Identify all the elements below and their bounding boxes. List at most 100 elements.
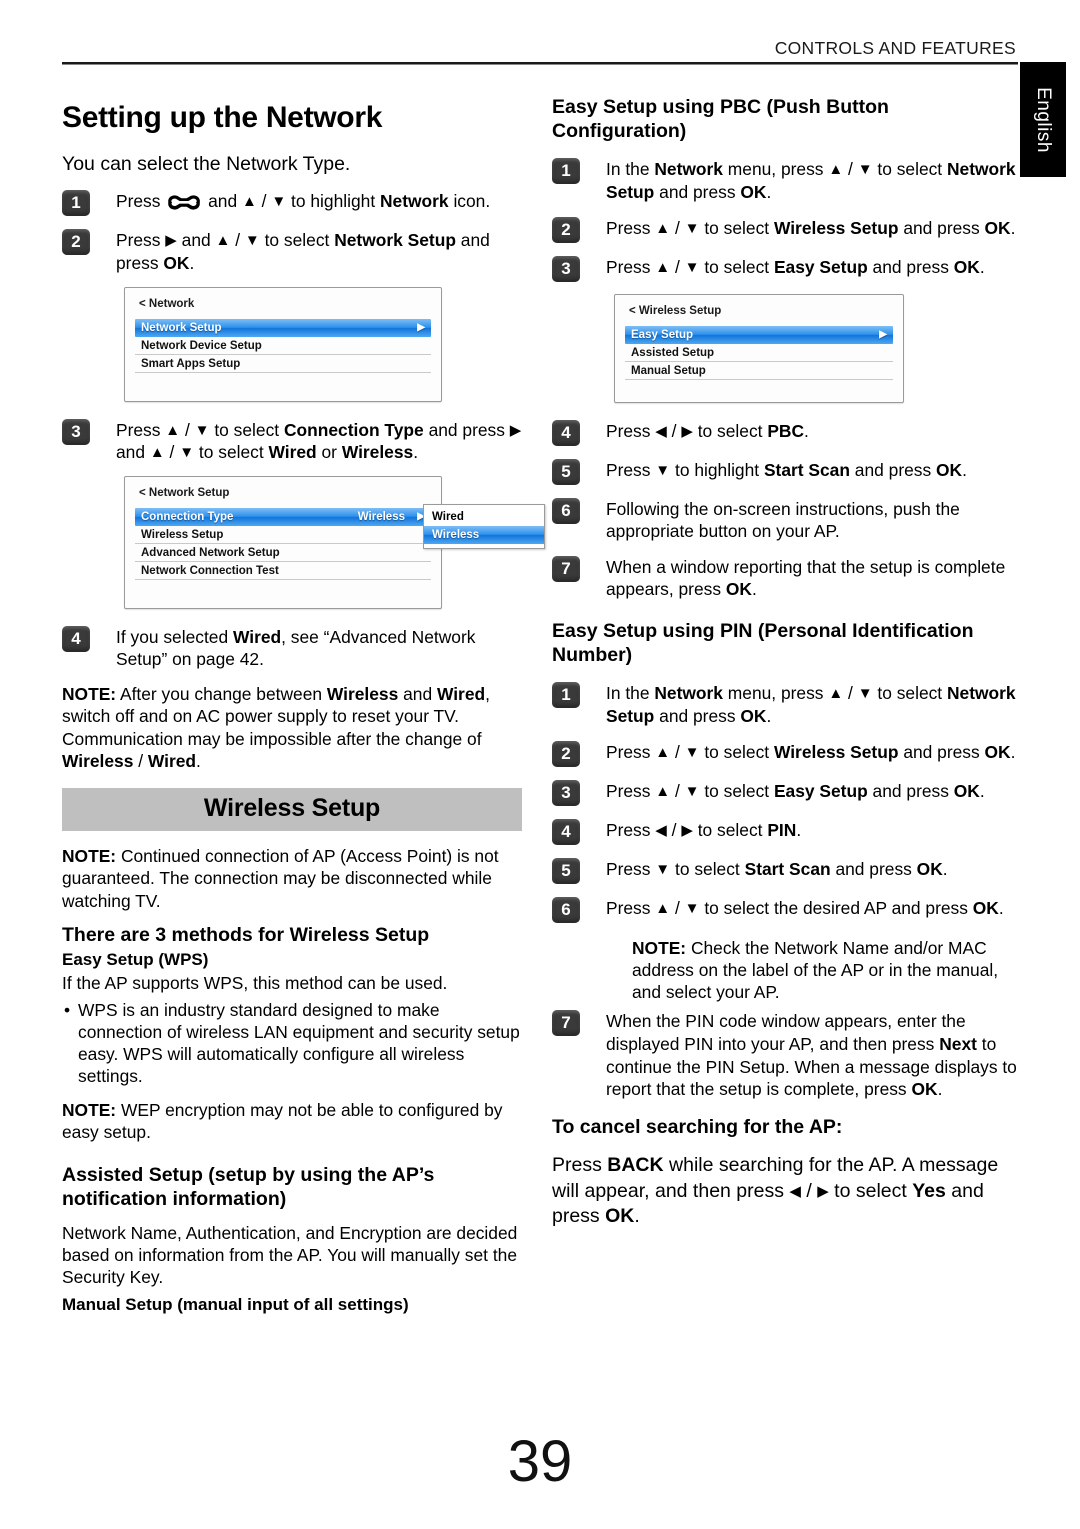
step-item: 6 Press ▲ / ▼ to select the desired AP a… bbox=[552, 896, 1020, 923]
arrow-glyph: ▼ bbox=[655, 461, 671, 479]
wrench-icon bbox=[168, 195, 201, 210]
arrow-glyph: ▼ bbox=[684, 258, 700, 276]
osd-item-label: Network Setup bbox=[141, 321, 222, 334]
note-ap: NOTE: Continued connection of AP (Access… bbox=[62, 845, 522, 912]
dropdown-option-wireless[interactable]: Wireless bbox=[424, 525, 544, 544]
arrow-glyph: ◀ bbox=[655, 422, 667, 440]
step-text: In the Network menu, press ▲ / ▼ to sele… bbox=[606, 683, 1016, 727]
note-label: NOTE: bbox=[62, 1099, 117, 1120]
step-text: Press ▲ / ▼ to select Easy Setup and pre… bbox=[606, 256, 985, 277]
dropdown-option-wired[interactable]: Wired bbox=[424, 508, 544, 526]
osd-menu-item-network-connection-test[interactable]: Network Connection Test bbox=[135, 562, 431, 580]
arrow-glyph: ◀ bbox=[655, 821, 667, 839]
note-mac-address: NOTE: Check the Network Name and/or MAC … bbox=[632, 937, 1020, 1004]
step-item: 4 If you selected Wired, see “Advanced N… bbox=[62, 625, 522, 671]
step-item: 5 Press ▼ to select Start Scan and press… bbox=[552, 857, 1020, 884]
method-assisted-setup-body: Network Name, Authentication, and Encryp… bbox=[62, 1222, 518, 1288]
step-text: Press ▲ / ▼ to select Connection Type an… bbox=[116, 419, 522, 463]
arrow-glyph: ▼ bbox=[684, 899, 700, 917]
osd-item-value: Wireless bbox=[357, 510, 405, 523]
osd-menu-item-advanced-network-setup[interactable]: Advanced Network Setup bbox=[135, 544, 431, 562]
osd-item-label: Assisted Setup bbox=[631, 346, 715, 359]
osd-menu-item-network-device-setup[interactable]: Network Device Setup bbox=[135, 337, 431, 355]
note-text: Continued connection of AP (Access Point… bbox=[62, 846, 499, 911]
arrow-glyph: ▶ bbox=[509, 421, 522, 439]
step-number-badge: 3 bbox=[552, 255, 580, 282]
step-number-badge: 1 bbox=[552, 158, 580, 185]
step-text: Press ◀ / ▶ to select PBC. bbox=[606, 420, 809, 441]
arrow-glyph: ▶ bbox=[817, 1182, 829, 1200]
arrow-glyph: ▲ bbox=[165, 421, 181, 439]
step-text: When a window reporting that the setup i… bbox=[606, 556, 1006, 600]
osd-breadcrumb: < Wireless Setup bbox=[629, 304, 722, 317]
chevron-right-icon: ▶ bbox=[417, 321, 425, 333]
arrow-glyph: ▲ bbox=[655, 258, 671, 276]
arrow-glyph: ▼ bbox=[194, 421, 210, 439]
osd-menu-item-connection-type[interactable]: Connection Type Wireless ▶ bbox=[135, 507, 431, 526]
arrow-glyph: ▼ bbox=[857, 161, 873, 179]
osd-connection-type-dropdown[interactable]: Wired Wireless bbox=[423, 503, 545, 549]
note-wireless-wired: NOTE: After you change between Wireless … bbox=[62, 683, 522, 772]
step-item: 3 Press ▲ / ▼ to select Connection Type … bbox=[62, 418, 522, 464]
osd-item-label: Network Connection Test bbox=[141, 564, 279, 577]
cancel-search-heading: To cancel searching for the AP: bbox=[552, 1115, 843, 1138]
osd-menu-item-network-setup[interactable]: Network Setup ▶ bbox=[135, 318, 431, 337]
arrow-glyph: ▼ bbox=[271, 193, 287, 211]
step-number-badge: 5 bbox=[552, 458, 580, 485]
arrow-glyph: ▲ bbox=[215, 232, 231, 250]
note-label: NOTE: bbox=[62, 846, 117, 867]
osd-item-label: Smart Apps Setup bbox=[141, 357, 241, 370]
step-number-badge: 2 bbox=[552, 216, 580, 243]
step-number-badge: 1 bbox=[62, 190, 90, 217]
right-column: Easy Setup using PBC (Push Button Config… bbox=[552, 95, 1020, 1241]
step-text: Press ▶ and ▲ / ▼ to select Network Setu… bbox=[116, 230, 490, 273]
arrow-glyph: ▲ bbox=[655, 219, 671, 237]
step-number-badge: 6 bbox=[552, 896, 580, 923]
step-item: 1 In the Network menu, press ▲ / ▼ to se… bbox=[552, 157, 1020, 203]
osd-menu-item-manual-setup[interactable]: Manual Setup bbox=[625, 362, 893, 380]
note-text: After you change between Wireless and Wi… bbox=[62, 684, 490, 771]
step-number-badge: 7 bbox=[552, 555, 580, 582]
pbc-heading: Easy Setup using PBC (Push Button Config… bbox=[552, 96, 889, 143]
arrow-glyph: ▲ bbox=[655, 899, 671, 917]
page-title: Setting up the Network bbox=[62, 101, 383, 134]
note-text: WEP encryption may not be able to config… bbox=[62, 1099, 503, 1142]
header-divider bbox=[62, 62, 1018, 65]
arrow-glyph: ▼ bbox=[655, 860, 671, 878]
step-number-badge: 3 bbox=[552, 779, 580, 806]
dropdown-option-label: Wired bbox=[432, 510, 464, 523]
osd-wireless-setup-menu: < Wireless Setup Easy Setup ▶ Assisted S… bbox=[614, 293, 904, 403]
arrow-glyph: ▲ bbox=[828, 685, 844, 703]
wps-bullet: WPS is an industry standard designed to … bbox=[62, 999, 522, 1088]
step-text: Press ▼ to highlight Start Scan and pres… bbox=[606, 459, 967, 480]
step-text: Press ▲ / ▼ to select Wireless Setup and… bbox=[606, 217, 1016, 238]
osd-item-label: Wireless Setup bbox=[141, 528, 224, 541]
step-item: 2 Press ▶ and ▲ / ▼ to select Network Se… bbox=[62, 228, 522, 274]
dropdown-option-label: Wireless bbox=[432, 528, 480, 541]
arrow-glyph: ▶ bbox=[165, 232, 177, 250]
method-easy-setup-body: If the AP supports WPS, this method can … bbox=[62, 973, 448, 994]
step-number-badge: 1 bbox=[552, 682, 580, 709]
page-number: 39 bbox=[507, 1429, 573, 1494]
osd-spacer bbox=[135, 580, 431, 594]
note-text: Check the Network Name and/or MAC addres… bbox=[632, 937, 999, 1003]
step-number-badge: 4 bbox=[552, 818, 580, 845]
step-item: 2 Press ▲ / ▼ to select Wireless Setup a… bbox=[552, 216, 1020, 243]
step-text: Press ▲ / ▼ to select Wireless Setup and… bbox=[606, 741, 1016, 762]
method-manual-setup-heading: Manual Setup (manual input of all settin… bbox=[62, 1295, 409, 1315]
step-item: 4 Press ◀ / ▶ to select PBC. bbox=[552, 419, 1020, 446]
osd-menu-item-assisted-setup[interactable]: Assisted Setup bbox=[625, 344, 893, 362]
manual-page: CONTROLS AND FEATURES English Setting up… bbox=[0, 0, 1080, 1529]
osd-menu-item-wireless-setup[interactable]: Wireless Setup bbox=[135, 526, 431, 544]
step-item: 2 Press ▲ / ▼ to select Wireless Setup a… bbox=[552, 740, 1020, 767]
step-item: 4 Press ◀ / ▶ to select PIN. bbox=[552, 818, 1020, 845]
step-text: Press ▲ / ▼ to select Easy Setup and pre… bbox=[606, 780, 985, 801]
arrow-glyph: ▼ bbox=[857, 685, 873, 703]
pin-heading: Easy Setup using PIN (Personal Identific… bbox=[552, 620, 974, 667]
osd-menu-item-smart-apps-setup[interactable]: Smart Apps Setup bbox=[135, 355, 431, 373]
arrow-glyph: ▲ bbox=[655, 743, 671, 761]
osd-item-label: Advanced Network Setup bbox=[141, 546, 280, 559]
osd-menu-item-easy-setup[interactable]: Easy Setup ▶ bbox=[625, 325, 893, 344]
arrow-glyph: ▶ bbox=[681, 422, 693, 440]
osd-spacer bbox=[625, 380, 893, 388]
